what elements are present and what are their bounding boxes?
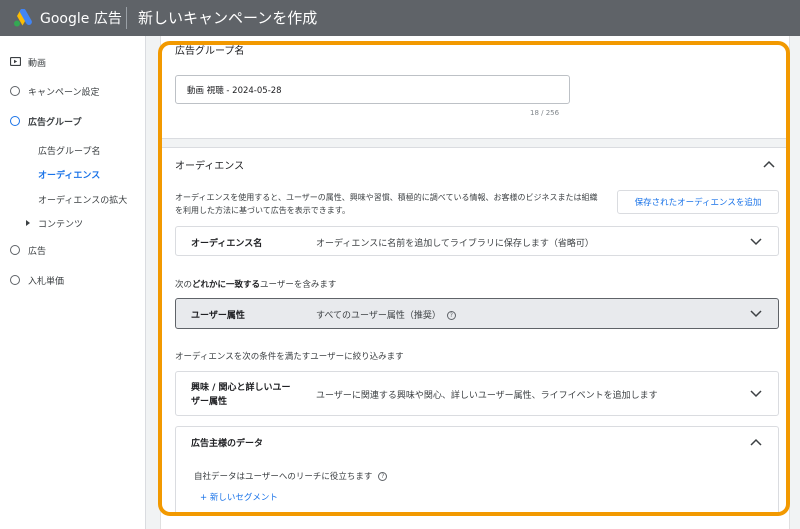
chevron-down-icon[interactable] (750, 310, 762, 318)
match-suffix: ユーザーを含みます (260, 280, 337, 290)
brand-name[interactable]: Google 広告 (40, 8, 122, 28)
demographics-value: すべてのユーザー属性（推奨） (316, 311, 441, 321)
interests-label-line2: ザー属性 (191, 397, 228, 407)
sidebar-subitem-audience-expansion[interactable]: オーディエンスの拡大 (38, 193, 127, 206)
chevron-down-icon[interactable] (750, 390, 762, 398)
add-saved-audience-button[interactable]: 保存されたオーディエンスを追加 (617, 190, 779, 214)
chevron-up-icon[interactable] (750, 438, 762, 446)
sidebar-item-campaign-settings[interactable]: キャンペーン設定 (0, 81, 146, 101)
match-prefix: 次の (175, 280, 193, 290)
audience-name-row[interactable]: オーディエンス名 オーディエンスに名前を追加してライブラリに保存します（省略可） (175, 226, 779, 256)
sidebar-item-label: キャンペーン設定 (28, 87, 100, 98)
first-party-note-text: 自社データはユーザーへのリーチに役立ちます (194, 472, 373, 482)
char-count: 18 / 256 (530, 109, 560, 117)
step-circle-icon (10, 86, 20, 96)
sidebar-subitem-content[interactable]: コンテンツ (38, 217, 83, 230)
section-divider (160, 138, 790, 148)
interests-label: 興味 / 関心と詳しいユー ザー属性 (191, 381, 291, 409)
sidebar-item-bidding[interactable]: 入札単価 (0, 270, 146, 290)
google-ads-logo-icon (14, 9, 32, 27)
top-bar: Google 広告 新しいキャンペーンを作成 (0, 0, 800, 36)
header-divider (126, 7, 127, 29)
step-circle-icon (10, 116, 20, 126)
sidebar-item-label: 入札単価 (28, 276, 65, 287)
chevron-down-icon[interactable] (750, 238, 762, 246)
sidebar-item-ads[interactable]: 広告 (0, 240, 146, 260)
audience-name-label: オーディエンス名 (191, 239, 263, 249)
video-icon (10, 57, 21, 66)
help-icon[interactable]: ? (378, 472, 388, 481)
step-circle-icon (10, 245, 20, 255)
sidebar-item-label: 動画 (28, 58, 47, 69)
step-circle-icon (10, 275, 20, 285)
match-bold: どれかに一致する (192, 280, 261, 290)
help-icon[interactable]: ? (446, 311, 456, 320)
demographics-value-wrap: すべてのユーザー属性（推奨）? (316, 308, 456, 321)
sidebar-item-label: 広告グループ (28, 117, 82, 128)
match-any-text: 次のどれかに一致するユーザーを含みます (175, 278, 336, 290)
demographics-row[interactable]: ユーザー属性 すべてのユーザー属性（推奨）? (175, 298, 779, 329)
new-segment-link[interactable]: + 新しいセグメント (200, 491, 278, 503)
audience-name-value: オーディエンスに名前を追加してライブラリに保存します（省略可） (316, 239, 594, 249)
chevron-up-icon[interactable] (763, 160, 775, 168)
narrow-audience-text: オーディエンスを次の条件を満たすユーザーに絞り込みます (175, 352, 404, 362)
sidebar-item-video[interactable]: 動画 (0, 52, 146, 72)
first-party-data-note: 自社データはユーザーへのリーチに役立ちます? (194, 470, 388, 482)
advertiser-data-title: 広告主様のデータ (191, 439, 264, 449)
sidebar-item-label: 広告 (28, 246, 47, 257)
sidebar: 動画 キャンペーン設定 広告グループ 広告グループ名 オーディエンス オーディエ… (0, 36, 146, 529)
page-title: 新しいキャンペーンを作成 (138, 9, 318, 27)
sidebar-subitem-ad-group-name[interactable]: 広告グループ名 (38, 144, 100, 157)
ad-group-name-label: 広告グループ名 (175, 46, 245, 57)
audience-description: オーディエンスを使用すると、ユーザーの属性、興味や習慣、積極的に調べている情報、… (175, 193, 598, 215)
interests-row[interactable]: 興味 / 関心と詳しいユー ザー属性 ユーザーに関連する興味や関心、詳しいユーザー… (175, 371, 779, 416)
interests-value: ユーザーに関連する興味や関心、詳しいユーザー属性、ライフイベントを追加します (316, 391, 658, 401)
sidebar-subitem-audience[interactable]: オーディエンス (38, 168, 100, 181)
interests-label-line1: 興味 / 関心と詳しいユー (191, 383, 291, 393)
ad-group-name-input[interactable] (175, 75, 570, 104)
expand-arrow-icon[interactable] (26, 220, 30, 226)
demographics-label: ユーザー属性 (191, 311, 245, 321)
sidebar-item-ad-group[interactable]: 広告グループ (0, 111, 146, 131)
audience-section-title: オーディエンス (175, 161, 245, 172)
